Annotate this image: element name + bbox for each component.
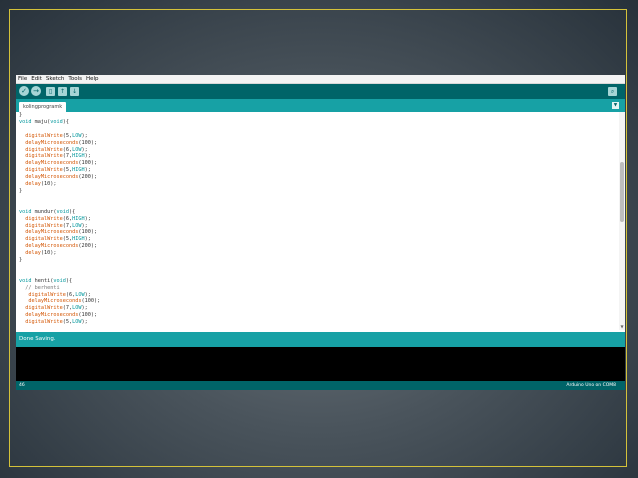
serial-monitor-icon[interactable]: ⌕	[608, 86, 617, 96]
tab-strip: kolingprogramk ▼	[16, 99, 625, 112]
line-number: 46	[19, 383, 25, 388]
code-line: digitalWrite(5,HIGH);	[25, 167, 91, 174]
code-line: void mundur(void){	[19, 208, 76, 215]
menu-file[interactable]: File	[18, 75, 27, 83]
board-info: Arduino Uno on COM8	[566, 383, 616, 388]
code-line: delayMicroseconds(100);	[25, 160, 98, 167]
code-line: delay(10);	[25, 250, 57, 257]
code-line: digitalWrite(5,HIGH);	[25, 236, 91, 243]
code-lines: } void maju(void){ digitalWrite(5,LOW); d…	[19, 112, 100, 326]
upload-icon[interactable]: →	[31, 86, 41, 96]
status-text: Done Saving.	[19, 336, 56, 342]
console-output[interactable]	[16, 347, 625, 381]
code-line: digitalWrite(7,LOW);	[25, 305, 88, 312]
vertical-scrollbar[interactable]: ▼	[619, 112, 625, 330]
code-line: }	[19, 257, 23, 264]
save-sketch-icon[interactable]: ↓	[70, 86, 79, 96]
menu-help[interactable]: Help	[86, 75, 99, 83]
menu-edit[interactable]: Edit	[31, 75, 42, 83]
scrollbar-thumb[interactable]	[620, 162, 624, 222]
code-line: delayMicroseconds(100);	[25, 312, 98, 319]
code-line: }	[19, 112, 23, 118]
code-line: delayMicroseconds(100);	[28, 298, 101, 305]
menu-tools[interactable]: Tools	[68, 75, 82, 83]
toolbar: ✓ → ▯ ↑ ↓ ⌕	[16, 84, 625, 99]
status-bar: Done Saving.	[16, 332, 625, 347]
scroll-down-icon[interactable]: ▼	[619, 324, 625, 330]
verify-icon[interactable]: ✓	[19, 86, 29, 96]
bottom-bar: 46 Arduino Uno on COM8	[16, 381, 625, 390]
code-line: digitalWrite(6,LOW);	[25, 146, 88, 153]
code-line: delayMicroseconds(200);	[25, 174, 98, 181]
menu-sketch[interactable]: Sketch	[46, 75, 65, 83]
code-line: }	[19, 187, 23, 194]
code-line: digitalWrite(5,LOW);	[25, 319, 88, 326]
arduino-ide-window: File Edit Sketch Tools Help ✓ → ▯ ↑ ↓ ⌕ …	[16, 75, 625, 390]
code-line: delay(10);	[25, 181, 57, 188]
code-line: digitalWrite(7,HIGH);	[25, 153, 91, 160]
code-line: delayMicroseconds(100);	[25, 229, 98, 236]
code-line: digitalWrite(7,LOW);	[25, 222, 88, 229]
code-editor[interactable]: } void maju(void){ digitalWrite(5,LOW); d…	[16, 112, 619, 330]
code-line: // berhenti	[19, 284, 60, 291]
tab-menu-icon[interactable]: ▼	[612, 102, 619, 109]
code-line: void maju(void){	[19, 118, 69, 125]
code-line: digitalWrite(6,LOW);	[28, 291, 91, 298]
code-line: delayMicroseconds(200);	[25, 243, 98, 250]
code-line: digitalWrite(6,HIGH);	[25, 215, 91, 222]
open-sketch-icon[interactable]: ↑	[58, 86, 67, 96]
code-line: digitalWrite(5,LOW);	[25, 132, 88, 139]
code-line: delayMicroseconds(100);	[25, 139, 98, 146]
tab-sketch[interactable]: kolingprogramk	[19, 102, 67, 112]
new-sketch-icon[interactable]: ▯	[46, 86, 55, 96]
menu-bar: File Edit Sketch Tools Help	[16, 75, 625, 84]
code-line: void henti(void){	[19, 277, 73, 284]
